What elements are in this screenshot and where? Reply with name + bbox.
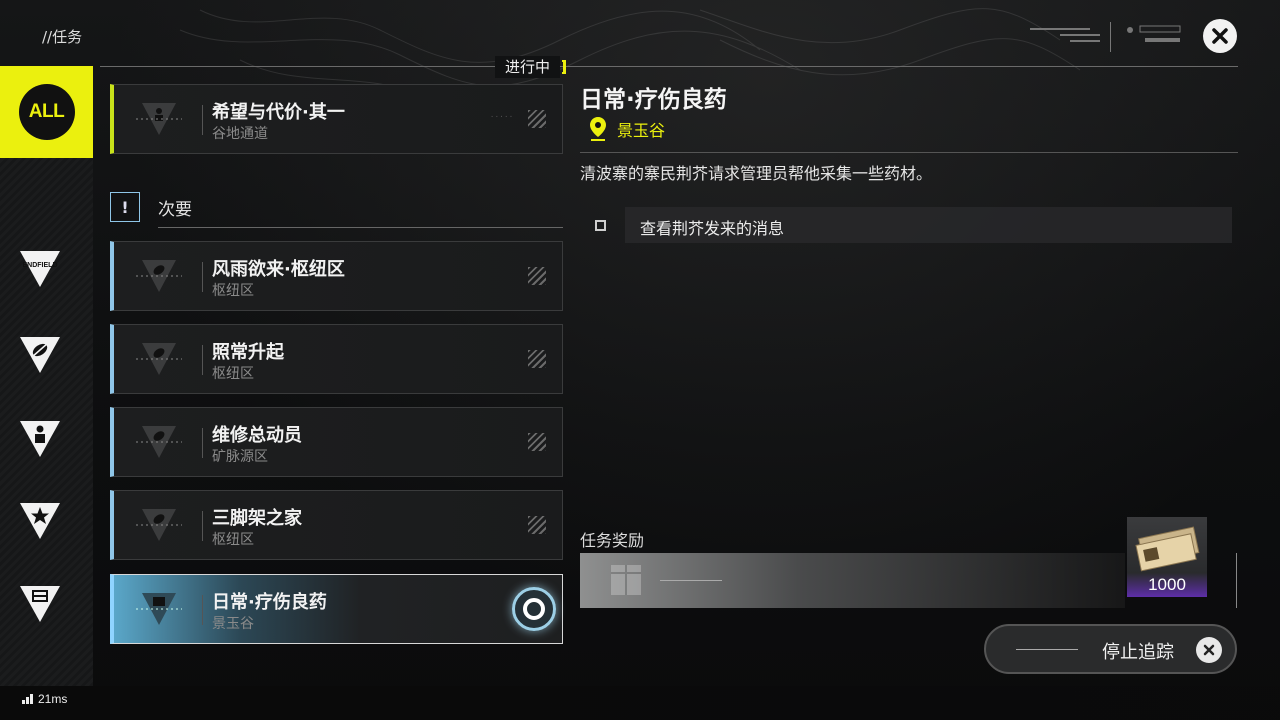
leaf-quest-emblem-icon bbox=[136, 260, 182, 292]
endfield-icon-label: ENDFIELD bbox=[23, 262, 58, 269]
quest-title: 日常·疗伤良药 bbox=[212, 592, 327, 613]
in-progress-tag: 进行中 bbox=[495, 56, 567, 78]
banknotes-icon bbox=[1135, 526, 1200, 572]
battery-icon bbox=[20, 586, 60, 622]
location-pin-icon bbox=[590, 117, 606, 141]
card-divider bbox=[202, 262, 203, 292]
quest-card-side[interactable]: 风雨欲来·枢纽区 枢纽区 bbox=[110, 241, 563, 311]
category-all-tab[interactable]: ALL bbox=[0, 66, 93, 158]
detail-divider bbox=[580, 152, 1238, 153]
section-label: 次要 bbox=[158, 200, 192, 220]
stop-tracking-button[interactable]: 停止追踪 bbox=[984, 624, 1237, 674]
objective-text: 查看荆芥发来的消息 bbox=[640, 219, 785, 238]
reward-item-money[interactable]: 1000 bbox=[1127, 517, 1207, 597]
card-divider bbox=[202, 345, 203, 375]
button-line-decoration bbox=[1016, 649, 1078, 650]
reward-strip bbox=[580, 553, 1125, 608]
hatch-decoration bbox=[528, 267, 546, 285]
objective-checkbox bbox=[595, 220, 606, 231]
bottom-strip bbox=[0, 686, 1280, 720]
quest-title: 三脚架之家 bbox=[212, 508, 302, 529]
card-divider bbox=[202, 428, 203, 458]
stop-tracking-close-icon bbox=[1196, 637, 1222, 663]
detail-title: 日常·疗伤良药 bbox=[580, 87, 727, 113]
hatch-decoration bbox=[528, 433, 546, 451]
reward-quantity: 1000 bbox=[1148, 575, 1186, 594]
quest-title: 照常升起 bbox=[212, 342, 284, 363]
reward-divider bbox=[1236, 553, 1237, 608]
detail-location: 景玉谷 bbox=[589, 116, 665, 142]
quest-card-side[interactable]: 维修总动员 矿脉源区 bbox=[110, 407, 563, 477]
quest-location: 枢纽区 bbox=[212, 366, 254, 382]
category-star-tab[interactable] bbox=[0, 486, 80, 556]
reward-label: 任务奖励 bbox=[580, 531, 645, 550]
close-icon bbox=[1212, 28, 1228, 44]
section-header-secondary: ! 次要 bbox=[110, 190, 563, 230]
tracking-target-icon[interactable] bbox=[512, 587, 556, 631]
header-divider bbox=[100, 66, 1238, 67]
network-ping: 21ms bbox=[22, 692, 67, 706]
close-button[interactable] bbox=[1203, 19, 1237, 53]
category-battery-tab[interactable] bbox=[0, 569, 80, 639]
quest-description: 清波寨的寨民荆芥请求管理员帮他采集一些药材。 bbox=[580, 164, 933, 183]
person-icon bbox=[20, 421, 60, 457]
hud-decoration bbox=[1030, 22, 1181, 52]
signal-bars-icon bbox=[22, 694, 33, 704]
category-endfield-tab[interactable]: ENDFIELD bbox=[0, 234, 80, 304]
quest-card-side-selected[interactable]: 日常·疗伤良药 景玉谷 bbox=[110, 574, 563, 644]
quest-location: 景玉谷 bbox=[212, 616, 254, 632]
main-quest-emblem-icon bbox=[136, 103, 182, 135]
battery-quest-emblem-icon bbox=[136, 593, 182, 625]
quest-location: 枢纽区 bbox=[212, 283, 254, 299]
quest-card-main[interactable]: 希望与代价·其一 谷地通道 ····· bbox=[110, 84, 563, 154]
tracking-target-inner bbox=[523, 598, 545, 620]
exclamation-icon: ! bbox=[110, 192, 140, 222]
category-sidebar: ALL ENDFIELD bbox=[0, 66, 93, 686]
section-divider bbox=[158, 227, 563, 228]
hatch-decoration bbox=[528, 516, 546, 534]
card-divider bbox=[202, 105, 203, 135]
card-divider bbox=[202, 595, 203, 625]
quest-title: 风雨欲来·枢纽区 bbox=[212, 259, 345, 280]
quest-card-side[interactable]: 三脚架之家 枢纽区 bbox=[110, 490, 563, 560]
hatch-decoration bbox=[528, 110, 546, 128]
endfield-icon: ENDFIELD bbox=[20, 251, 60, 287]
star-icon bbox=[20, 503, 60, 539]
quest-title: 希望与代价·其一 bbox=[212, 102, 345, 123]
bracket-mark bbox=[562, 60, 567, 74]
quest-location: 谷地通道 bbox=[212, 126, 268, 142]
quest-location: 矿脉源区 bbox=[212, 449, 268, 465]
category-all-label: ALL bbox=[18, 84, 75, 140]
card-code-decoration: ····· bbox=[490, 113, 514, 121]
crate-icon bbox=[611, 565, 641, 595]
leaf-icon bbox=[20, 337, 60, 373]
reward-arrow bbox=[660, 580, 722, 581]
breadcrumb: //任务 bbox=[42, 28, 83, 46]
category-leaf-tab[interactable] bbox=[0, 320, 80, 390]
quest-card-side[interactable]: 照常升起 枢纽区 bbox=[110, 324, 563, 394]
leaf-quest-emblem-icon bbox=[136, 509, 182, 541]
in-progress-label: 进行中 bbox=[505, 58, 551, 76]
quest-title: 维修总动员 bbox=[212, 425, 302, 446]
leaf-quest-emblem-icon bbox=[136, 426, 182, 458]
objective-row: 查看荆芥发来的消息 bbox=[580, 207, 1232, 243]
leaf-quest-emblem-icon bbox=[136, 343, 182, 375]
hatch-decoration bbox=[528, 350, 546, 368]
detail-location-text: 景玉谷 bbox=[617, 121, 666, 140]
quest-location: 枢纽区 bbox=[212, 532, 254, 548]
category-person-tab[interactable] bbox=[0, 404, 80, 474]
stop-tracking-label: 停止追踪 bbox=[1102, 642, 1174, 663]
card-divider bbox=[202, 511, 203, 541]
ping-value: 21ms bbox=[38, 692, 68, 706]
